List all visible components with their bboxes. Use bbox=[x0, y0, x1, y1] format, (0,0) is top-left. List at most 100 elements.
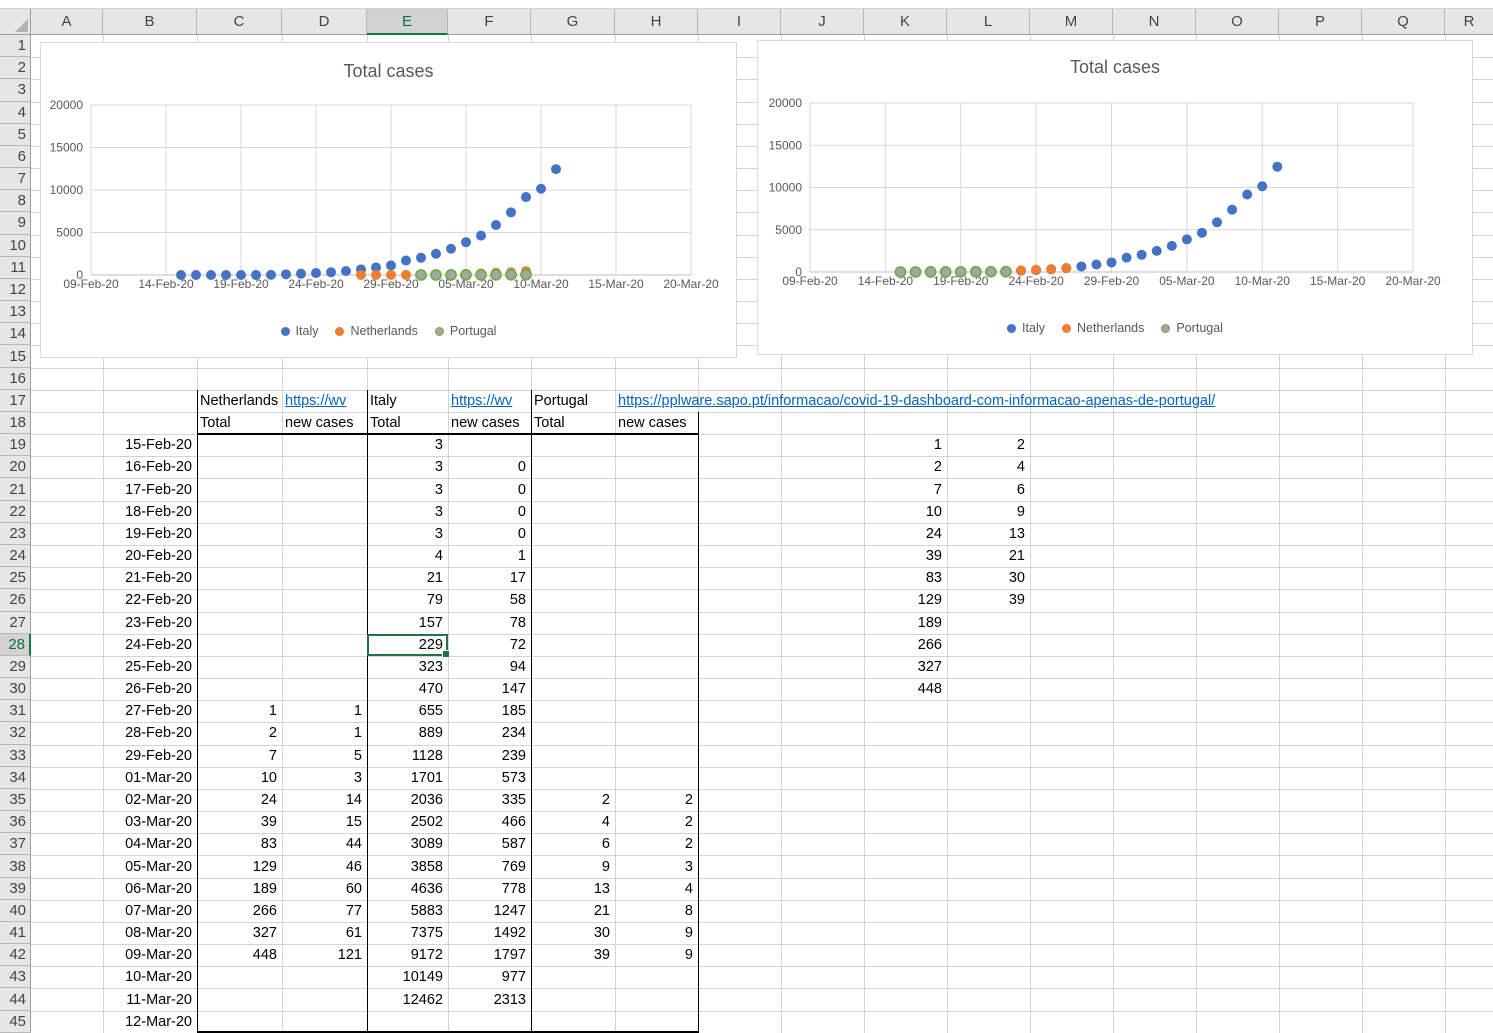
it-total-cell[interactable]: 1701 bbox=[367, 767, 448, 789]
nl-new-cell[interactable]: 61 bbox=[282, 922, 367, 944]
date-cell[interactable]: 04-Mar-20 bbox=[103, 833, 197, 855]
date-cell[interactable]: 10-Mar-20 bbox=[103, 966, 197, 988]
row-header-29[interactable]: 29 bbox=[0, 656, 31, 678]
date-cell[interactable]: 18-Feb-20 bbox=[103, 501, 197, 523]
date-cell[interactable]: 12-Mar-20 bbox=[103, 1011, 197, 1033]
pt-total-cell[interactable]: 13 bbox=[531, 878, 615, 900]
it-total-cell[interactable]: 157 bbox=[367, 612, 448, 634]
date-cell[interactable]: 26-Feb-20 bbox=[103, 678, 197, 700]
sheet-grid[interactable]: Netherlandshttps://wvItalyhttps://wvPort… bbox=[31, 35, 1493, 1033]
date-cell[interactable]: 28-Feb-20 bbox=[103, 722, 197, 744]
nl-shifted-cell[interactable]: 83 bbox=[864, 567, 947, 589]
it-new-cell[interactable]: 587 bbox=[448, 833, 531, 855]
row-header-30[interactable]: 30 bbox=[0, 678, 31, 700]
portugal-link[interactable]: https://pplware.sapo.pt/informacao/covid… bbox=[615, 390, 698, 412]
it-total-cell[interactable]: 3 bbox=[367, 501, 448, 523]
it-total-cell[interactable]: 2036 bbox=[367, 789, 448, 811]
nl-total-cell[interactable]: 448 bbox=[197, 944, 282, 966]
nl-total-cell[interactable]: 327 bbox=[197, 922, 282, 944]
date-cell[interactable]: 01-Mar-20 bbox=[103, 767, 197, 789]
it-new-cell[interactable]: 0 bbox=[448, 501, 531, 523]
it-new-cell[interactable]: 0 bbox=[448, 523, 531, 545]
pt-new-cell[interactable]: 8 bbox=[615, 900, 698, 922]
nl-shifted-cell[interactable]: 1 bbox=[864, 434, 947, 456]
nl-shifted-cell[interactable]: 10 bbox=[864, 501, 947, 523]
date-cell[interactable]: 08-Mar-20 bbox=[103, 922, 197, 944]
row-header-14[interactable]: 14 bbox=[0, 323, 31, 345]
pt-shifted-cell[interactable]: 13 bbox=[947, 523, 1030, 545]
pt-total-cell[interactable]: 30 bbox=[531, 922, 615, 944]
it-total-cell[interactable]: 4 bbox=[367, 545, 448, 567]
row-header-12[interactable]: 12 bbox=[0, 279, 31, 301]
row-header-31[interactable]: 31 bbox=[0, 700, 31, 722]
column-header-P[interactable]: P bbox=[1279, 9, 1362, 35]
fill-handle[interactable] bbox=[442, 650, 450, 658]
select-all-button[interactable] bbox=[0, 9, 31, 35]
it-new-cell[interactable]: 1797 bbox=[448, 944, 531, 966]
row-header-11[interactable]: 11 bbox=[0, 257, 31, 279]
date-cell[interactable]: 19-Feb-20 bbox=[103, 523, 197, 545]
nl-new-cell[interactable]: 5 bbox=[282, 745, 367, 767]
row-header-22[interactable]: 22 bbox=[0, 501, 31, 523]
column-header-L[interactable]: L bbox=[947, 9, 1030, 35]
it-new-cell[interactable]: 72 bbox=[448, 634, 531, 656]
nl-total-cell[interactable]: 7 bbox=[197, 745, 282, 767]
it-total-cell[interactable]: 7375 bbox=[367, 922, 448, 944]
row-header-6[interactable]: 6 bbox=[0, 146, 31, 168]
column-header-Q[interactable]: Q bbox=[1362, 9, 1445, 35]
pt-total-cell[interactable]: 4 bbox=[531, 811, 615, 833]
date-cell[interactable]: 25-Feb-20 bbox=[103, 656, 197, 678]
column-header-R[interactable]: R bbox=[1445, 9, 1493, 35]
portugal-header[interactable]: Portugal bbox=[531, 390, 615, 412]
nl-total-cell[interactable]: 10 bbox=[197, 767, 282, 789]
nl-shifted-cell[interactable]: 448 bbox=[864, 678, 947, 700]
pt-total-cell[interactable]: 21 bbox=[531, 900, 615, 922]
row-header-32[interactable]: 32 bbox=[0, 722, 31, 744]
row-header-36[interactable]: 36 bbox=[0, 811, 31, 833]
selected-cell-outline[interactable] bbox=[367, 634, 448, 656]
it-total-cell[interactable]: 3 bbox=[367, 478, 448, 500]
row-header-1[interactable]: 1 bbox=[0, 35, 31, 57]
row-header-43[interactable]: 43 bbox=[0, 966, 31, 988]
nl-total-cell[interactable]: 189 bbox=[197, 878, 282, 900]
nl-new-cell[interactable]: 15 bbox=[282, 811, 367, 833]
date-cell[interactable]: 21-Feb-20 bbox=[103, 567, 197, 589]
row-header-41[interactable]: 41 bbox=[0, 922, 31, 944]
row-header-21[interactable]: 21 bbox=[0, 478, 31, 500]
it-new-cell[interactable]: 94 bbox=[448, 656, 531, 678]
row-header-17[interactable]: 17 bbox=[0, 390, 31, 412]
row-header-26[interactable]: 26 bbox=[0, 589, 31, 611]
it-total-cell[interactable]: 79 bbox=[367, 589, 448, 611]
nl-total-cell[interactable]: 83 bbox=[197, 833, 282, 855]
sub-header-E[interactable]: Total bbox=[367, 412, 448, 434]
row-header-42[interactable]: 42 bbox=[0, 944, 31, 966]
row-header-16[interactable]: 16 bbox=[0, 368, 31, 390]
pt-shifted-cell[interactable]: 9 bbox=[947, 501, 1030, 523]
date-cell[interactable]: 15-Feb-20 bbox=[103, 434, 197, 456]
date-cell[interactable]: 09-Mar-20 bbox=[103, 944, 197, 966]
it-total-cell[interactable]: 2502 bbox=[367, 811, 448, 833]
it-total-cell[interactable]: 3858 bbox=[367, 855, 448, 877]
pt-total-cell[interactable]: 39 bbox=[531, 944, 615, 966]
pt-shifted-cell[interactable]: 2 bbox=[947, 434, 1030, 456]
it-new-cell[interactable]: 185 bbox=[448, 700, 531, 722]
italy-header[interactable]: Italy bbox=[367, 390, 448, 412]
date-cell[interactable]: 06-Mar-20 bbox=[103, 878, 197, 900]
it-new-cell[interactable]: 1 bbox=[448, 545, 531, 567]
pt-new-cell[interactable]: 9 bbox=[615, 944, 698, 966]
nl-total-cell[interactable]: 129 bbox=[197, 855, 282, 877]
nl-shifted-cell[interactable]: 24 bbox=[864, 523, 947, 545]
it-new-cell[interactable]: 78 bbox=[448, 612, 531, 634]
pt-total-cell[interactable]: 6 bbox=[531, 833, 615, 855]
pt-shifted-cell[interactable]: 21 bbox=[947, 545, 1030, 567]
nl-new-cell[interactable]: 121 bbox=[282, 944, 367, 966]
nl-new-cell[interactable]: 1 bbox=[282, 700, 367, 722]
nl-new-cell[interactable]: 3 bbox=[282, 767, 367, 789]
it-new-cell[interactable]: 147 bbox=[448, 678, 531, 700]
it-total-cell[interactable]: 3089 bbox=[367, 833, 448, 855]
italy-link[interactable]: https://wv bbox=[448, 390, 531, 412]
date-cell[interactable]: 03-Mar-20 bbox=[103, 811, 197, 833]
it-new-cell[interactable]: 239 bbox=[448, 745, 531, 767]
row-header-38[interactable]: 38 bbox=[0, 855, 31, 877]
sub-header-G[interactable]: Total bbox=[531, 412, 615, 434]
